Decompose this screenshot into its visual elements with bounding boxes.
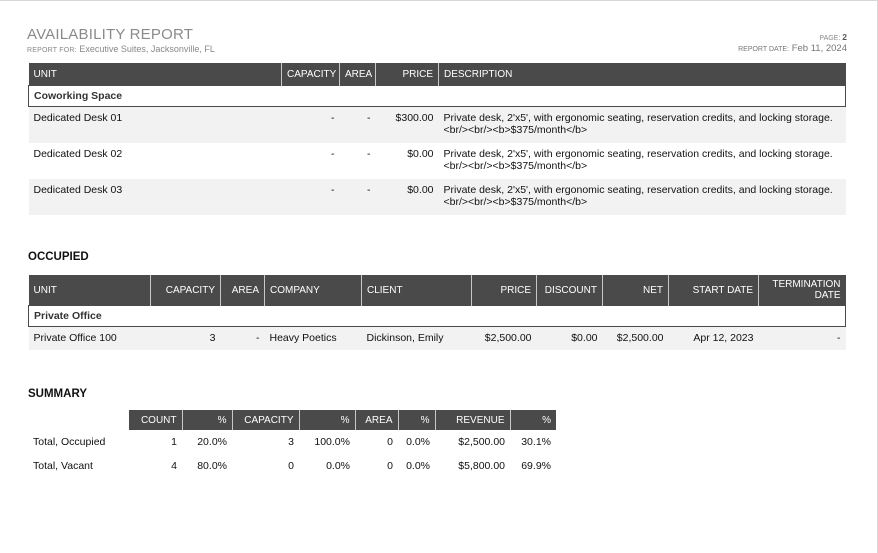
col-company: COMPANY (264, 275, 362, 306)
revenue-pct-cell: 69.9% (521, 460, 551, 472)
count-cell: 4 (171, 460, 177, 472)
count-pct-cell: 20.0% (197, 436, 227, 448)
count-cell: 1 (171, 436, 177, 448)
col-price: PRICE (375, 63, 439, 86)
start-date-cell: Apr 12, 2023 (668, 326, 759, 350)
page-value: 2 (842, 32, 847, 42)
unit-cell: Private Office 100 (28, 326, 151, 350)
col-capacity-pct: % (299, 410, 356, 430)
area-cell: 0 (387, 436, 393, 448)
table-row: Dedicated Desk 01 - - $300.00 Private de… (28, 106, 846, 143)
summary-label-cell: Total, Vacant (33, 460, 93, 472)
area-cell: - (339, 179, 376, 215)
col-area: AREA (339, 63, 376, 86)
description-cell: Private desk, 2'x5', with ergonomic seat… (438, 179, 846, 215)
report-date: REPORT DATE: Feb 11, 2024 (738, 43, 847, 54)
revenue-cell: $5,800.00 (458, 460, 505, 472)
table-row: Dedicated Desk 03 - - $0.00 Private desk… (28, 179, 846, 215)
capacity-cell: - (281, 106, 340, 143)
group-row: Coworking Space (28, 85, 846, 107)
col-net: NET (602, 275, 669, 306)
table-row: Total, Vacant 4 80.0% 0 0.0% 0 0.0% $5,8… (28, 454, 556, 478)
company-cell: Heavy Poetics (264, 326, 362, 350)
report-title: AVAILABILITY REPORT (27, 26, 194, 43)
price-cell: $0.00 (407, 148, 434, 160)
net-cell: $2,500.00 (602, 326, 669, 350)
capacity-cell: - (281, 179, 340, 215)
col-capacity: CAPACITY (281, 63, 340, 86)
occupied-title: OCCUPIED (28, 251, 89, 263)
summary-header-row: COUNT % CAPACITY % AREA % REVENUE % (28, 410, 556, 430)
vacant-header-row: UNIT CAPACITY AREA PRICE DESCRIPTION (28, 63, 846, 86)
capacity-cell: - (331, 148, 335, 160)
col-area: AREA (355, 410, 399, 430)
area-cell: - (367, 148, 371, 160)
group-label: Private Office (28, 305, 846, 327)
col-start-date: START DATE (668, 275, 759, 306)
col-unit: UNIT (28, 63, 282, 86)
client-cell: Dickinson, Emily (361, 326, 472, 350)
termination-date-cell: - (758, 326, 846, 350)
group-row: Private Office (28, 305, 846, 327)
summary-label-cell: Total, Occupied (33, 436, 106, 448)
description-cell: Private desk, 2'x5', with ergonomic seat… (438, 106, 846, 143)
col-blank (28, 410, 129, 430)
col-price: PRICE (471, 275, 537, 306)
area-cell: 0 (387, 460, 393, 472)
report-for: REPORT FOR: Executive Suites, Jacksonvil… (27, 44, 215, 54)
occupied-header-row: UNIT CAPACITY AREA COMPANY CLIENT PRICE … (28, 275, 846, 306)
area-cell: - (220, 326, 265, 350)
capacity-pct-cell: 100.0% (314, 436, 350, 448)
price-cell: $300.00 (375, 106, 439, 143)
area-cell: - (339, 106, 376, 143)
occupied-units-table: UNIT CAPACITY AREA COMPANY CLIENT PRICE … (28, 275, 846, 350)
report-for-value: Executive Suites, Jacksonville, FL (79, 44, 215, 54)
col-termination-date: TERMINATION DATE (758, 275, 846, 306)
col-discount: DISCOUNT (536, 275, 603, 306)
report-date-value: Feb 11, 2024 (791, 43, 847, 54)
table-row: Private Office 100 3 - Heavy Poetics Dic… (28, 326, 846, 350)
page-border-top (0, 0, 878, 1)
capacity-pct-cell: 0.0% (326, 460, 350, 472)
unit-cell: Dedicated Desk 01 (28, 106, 282, 143)
description-cell: Private desk, 2'x5', with ergonomic seat… (443, 148, 833, 172)
table-row: Dedicated Desk 02 - - $0.00 Private desk… (29, 143, 846, 179)
unit-cell: Dedicated Desk 02 (33, 148, 123, 160)
col-unit: UNIT (28, 275, 151, 306)
discount-cell: $0.00 (536, 326, 603, 350)
col-area: AREA (220, 275, 265, 306)
page-label: PAGE: (819, 35, 841, 42)
col-revenue-pct: % (510, 410, 556, 430)
summary-title: SUMMARY (28, 388, 87, 400)
col-client: CLIENT (361, 275, 472, 306)
unit-cell: Dedicated Desk 03 (28, 179, 282, 215)
report-for-label: REPORT FOR: (27, 47, 77, 54)
area-pct-cell: 0.0% (406, 460, 430, 472)
revenue-pct-cell: 30.1% (521, 436, 551, 448)
area-pct-cell: 0.0% (406, 436, 430, 448)
price-cell: $2,500.00 (471, 326, 537, 350)
report-date-label: REPORT DATE: (738, 46, 790, 53)
price-cell: $0.00 (375, 179, 439, 215)
vacant-units-table: UNIT CAPACITY AREA PRICE DESCRIPTION Cow… (28, 63, 846, 215)
col-capacity: CAPACITY (150, 275, 221, 306)
group-label: Coworking Space (28, 85, 846, 107)
col-count-pct: % (182, 410, 233, 430)
col-revenue: REVENUE (435, 410, 511, 430)
page-number: PAGE: 2 (819, 32, 847, 42)
summary-table: COUNT % CAPACITY % AREA % REVENUE % Tota… (28, 410, 556, 478)
capacity-cell: 3 (150, 326, 221, 350)
revenue-cell: $2,500.00 (458, 436, 505, 448)
count-pct-cell: 80.0% (197, 460, 227, 472)
col-area-pct: % (398, 410, 436, 430)
capacity-cell: 0 (288, 460, 294, 472)
col-count: COUNT (129, 410, 183, 430)
col-description: DESCRIPTION (438, 63, 846, 86)
table-row: Total, Occupied 1 20.0% 3 100.0% 0 0.0% … (28, 430, 556, 454)
capacity-cell: 3 (288, 436, 294, 448)
col-capacity: CAPACITY (232, 410, 300, 430)
